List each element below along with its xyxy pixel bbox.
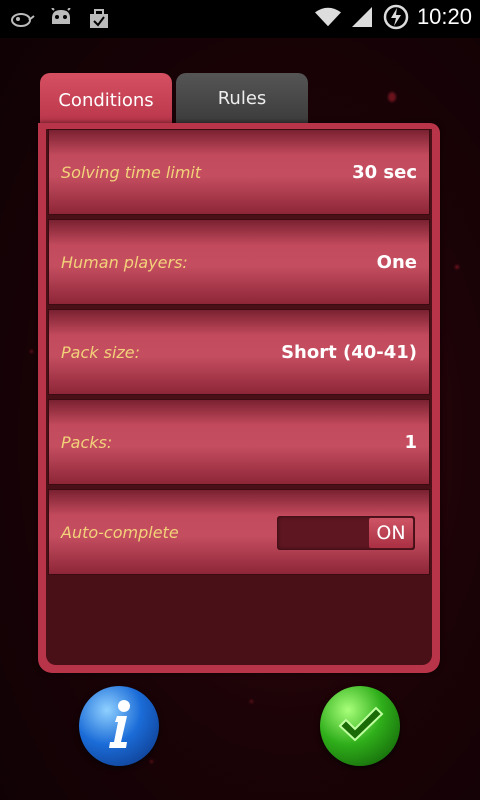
background-speck (388, 92, 396, 102)
setting-row-packs[interactable]: Packs: 1 (48, 399, 430, 485)
background-speck (455, 265, 459, 269)
status-bar: 10:20 (0, 0, 480, 38)
tab-rules[interactable]: Rules (176, 73, 308, 123)
briefcase-icon (86, 6, 112, 32)
background-speck (250, 700, 253, 703)
auto-complete-toggle[interactable]: ON (277, 516, 415, 550)
setting-value: One (376, 251, 417, 273)
setting-label: Pack size: (61, 342, 141, 362)
status-time: 10:20 (416, 4, 472, 29)
background-speck (30, 350, 33, 353)
wifi-icon (314, 4, 341, 30)
setting-row-pack-size[interactable]: Pack size: Short (40-41) (48, 309, 430, 395)
setting-row-auto-complete: Auto-complete ON (48, 489, 430, 575)
setting-label: Human players: (61, 252, 188, 272)
lizard-icon (10, 6, 36, 32)
info-icon (97, 696, 141, 756)
tab-conditions[interactable]: Conditions (40, 73, 172, 127)
confirm-button[interactable] (320, 686, 400, 766)
signal-icon (349, 4, 375, 30)
setting-value: 30 sec (352, 161, 417, 183)
conditions-panel: Solving time limit 30 sec Human players:… (38, 123, 440, 673)
info-button[interactable] (79, 686, 159, 766)
setting-value: 1 (404, 431, 417, 453)
background-speck (150, 760, 153, 763)
android-icon (48, 6, 74, 32)
setting-row-human-players[interactable]: Human players: One (48, 219, 430, 305)
settings-list: Solving time limit 30 sec Human players:… (46, 129, 432, 665)
setting-value: Short (40-41) (281, 341, 417, 363)
tab-bar: Conditions Rules (40, 73, 308, 127)
checkmark-icon (336, 704, 384, 748)
toggle-state: ON (369, 518, 413, 548)
setting-label: Packs: (61, 432, 113, 452)
setting-label: Auto-complete (61, 522, 179, 542)
battery-charging-icon (383, 4, 409, 30)
setting-label: Solving time limit (61, 162, 202, 182)
setting-row-time-limit[interactable]: Solving time limit 30 sec (48, 129, 430, 215)
